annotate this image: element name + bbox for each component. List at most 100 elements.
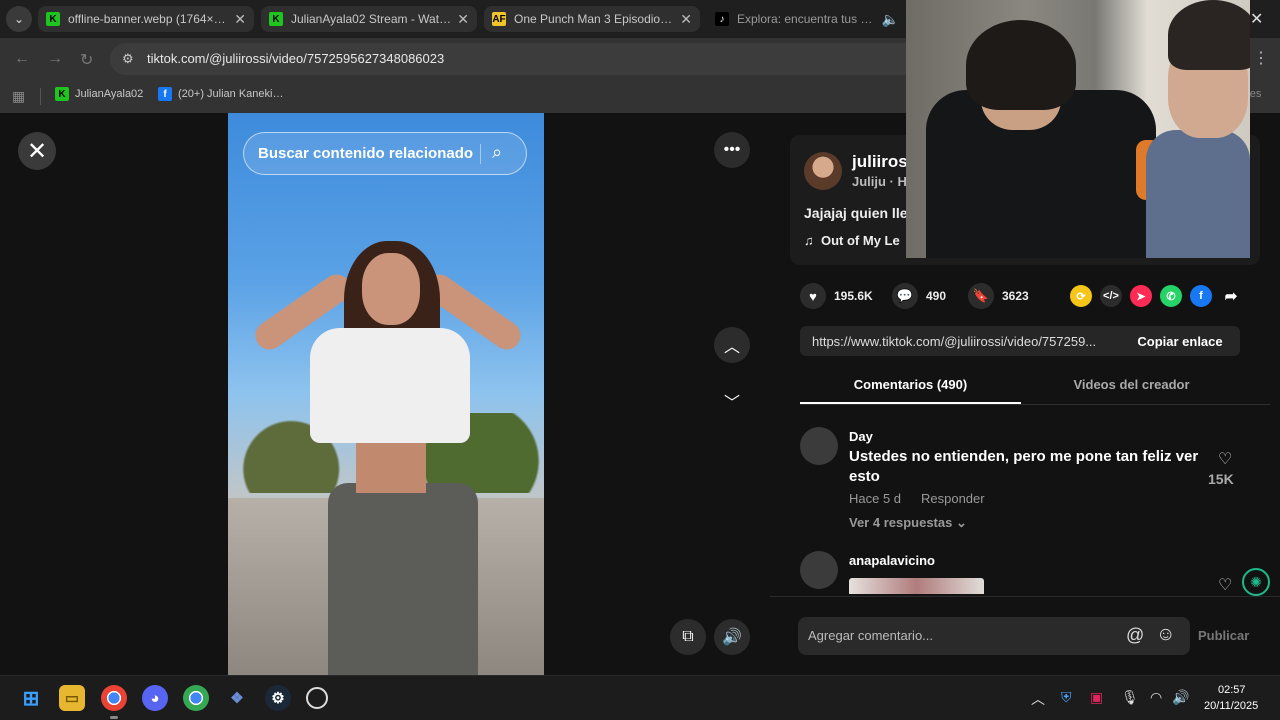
share-arrow-icon[interactable]: ➦ xyxy=(1220,285,1242,307)
browser-tab-active[interactable]: ♪ Explora: encuentra tus vide… 🔈 xyxy=(707,6,907,32)
chrome-profile-icon[interactable] xyxy=(183,685,209,711)
close-tab-icon[interactable]: ✕ xyxy=(680,11,692,28)
video-person-pants xyxy=(328,483,478,675)
save-button[interactable]: 🔖 3623 xyxy=(968,283,1029,309)
copy-link-button[interactable]: Copiar enlace xyxy=(1120,326,1240,356)
tab-title: Explora: encuentra tus vide… xyxy=(737,12,876,26)
like-count: 195.6K xyxy=(834,289,873,303)
comment-button[interactable]: 💬 490 xyxy=(892,283,946,309)
view-replies-label: Ver 4 respuestas xyxy=(849,515,953,530)
kick-icon: K xyxy=(55,87,69,101)
comment-item: anapalavicino ♡ xyxy=(800,551,1250,595)
comment-time: Hace 5 d xyxy=(849,491,902,506)
comment-avatar[interactable] xyxy=(800,551,838,589)
reload-icon[interactable]: ↻ xyxy=(80,50,93,70)
close-video-button[interactable]: ✕ xyxy=(18,132,56,170)
tab-search-button[interactable]: ⌄ xyxy=(6,6,32,32)
bookmark-label: JulianAyala02 xyxy=(75,88,144,100)
tab-comments[interactable]: Comentarios (490) xyxy=(800,377,1021,392)
security-shield-icon[interactable]: ⛨ xyxy=(1061,689,1072,706)
clock-time[interactable]: 02:57 xyxy=(1218,684,1246,696)
comment-composer: Agregar comentario... @ ☺ Publicar xyxy=(770,596,1280,675)
wifi-icon[interactable]: ◠ xyxy=(1150,689,1162,706)
chatgpt-extension-icon[interactable]: ✺ xyxy=(1242,568,1270,596)
tray-app-icon[interactable]: ▣ xyxy=(1090,689,1103,706)
copy-link-box: https://www.tiktok.com/@juliirossi/video… xyxy=(800,326,1240,356)
facebook-share-icon[interactable]: f xyxy=(1190,285,1212,307)
publish-button[interactable]: Publicar xyxy=(1198,628,1249,643)
previous-video-button[interactable]: ︿ xyxy=(714,327,750,363)
divider xyxy=(40,88,41,105)
view-replies-button[interactable]: Ver 4 respuestas ⌄ xyxy=(849,515,967,531)
apps-grid-icon[interactable]: ▦ xyxy=(12,88,25,105)
url-text[interactable]: tiktok.com/@juliirossi/video/75725956273… xyxy=(147,51,444,66)
video-person-shirt xyxy=(310,328,470,443)
obs-icon[interactable] xyxy=(306,687,328,709)
chrome-icon[interactable] xyxy=(101,685,127,719)
bookmark-label: (20+) Julian Kaneki… xyxy=(178,88,284,100)
close-tab-icon[interactable]: ✕ xyxy=(457,11,469,28)
speaker-icon[interactable]: 🔈 xyxy=(882,11,899,28)
browser-tab[interactable]: K JulianAyala02 Stream - Watch L… ✕ xyxy=(261,6,477,32)
panel-tabs: Comentarios (490) Videos del creador xyxy=(800,369,1270,405)
volume-tray-icon[interactable]: 🔊 xyxy=(1172,689,1189,706)
mention-icon[interactable]: @ xyxy=(1126,625,1144,646)
reply-button[interactable]: Responder xyxy=(921,491,985,506)
video-link-text[interactable]: https://www.tiktok.com/@juliirossi/video… xyxy=(812,334,1122,349)
comment-input[interactable]: Agregar comentario... @ ☺ xyxy=(798,617,1190,655)
emoji-icon[interactable]: ☺ xyxy=(1156,624,1175,646)
search-icon[interactable]: ⌕ xyxy=(492,142,502,163)
comment-image[interactable] xyxy=(849,578,984,594)
save-count: 3623 xyxy=(1002,289,1029,303)
file-explorer-icon[interactable]: ▭ xyxy=(59,685,85,711)
browser-tab[interactable]: K offline-banner.webp (1764×99… ✕ xyxy=(38,6,254,32)
microphone-icon[interactable]: 🎙 xyxy=(1121,689,1139,706)
clock-date[interactable]: 20/11/2025 xyxy=(1204,700,1258,712)
steam-icon[interactable]: ⚙ xyxy=(265,685,291,711)
like-button[interactable]: ♥ 195.6K xyxy=(800,283,873,309)
embed-icon[interactable]: </> xyxy=(1100,285,1122,307)
show-hidden-icons-chevron[interactable]: ︿ xyxy=(1031,689,1045,709)
discord-icon[interactable]: ◕ xyxy=(142,685,168,711)
comment-like-count: 15K xyxy=(1208,471,1234,487)
bookmark-icon: 🔖 xyxy=(968,283,994,309)
volume-button[interactable]: 🔊 xyxy=(714,619,750,655)
heart-icon: ♥ xyxy=(800,283,826,309)
comment-username[interactable]: Day xyxy=(849,429,873,444)
comment-like-icon[interactable]: ♡ xyxy=(1218,575,1232,595)
bookmark-item[interactable]: f (20+) Julian Kaneki… xyxy=(158,87,283,101)
app-icon[interactable]: ❖ xyxy=(224,685,250,711)
kick-icon: K xyxy=(269,12,283,26)
forward-arrow-icon[interactable]: → xyxy=(47,50,63,68)
next-video-button[interactable]: ﹀ xyxy=(714,383,750,419)
video-player[interactable] xyxy=(228,113,544,675)
kick-icon: K xyxy=(46,12,60,26)
music-note-icon: ♫ xyxy=(804,233,821,248)
window-close-icon[interactable]: ✕ xyxy=(1250,9,1263,29)
tiktok-icon: ♪ xyxy=(715,12,729,26)
site-info-icon[interactable]: ⚙ xyxy=(122,51,134,67)
tab-creator-videos[interactable]: Videos del creador xyxy=(1021,377,1242,392)
creator-username[interactable]: juliiros xyxy=(852,152,908,172)
browser-tab[interactable]: AF One Punch Man 3 Episodio 6 S… ✕ xyxy=(484,6,700,32)
windows-start-icon[interactable]: ⊞ xyxy=(18,685,44,711)
back-arrow-icon[interactable]: ← xyxy=(14,50,30,68)
bookmark-item[interactable]: K JulianAyala02 xyxy=(55,87,143,101)
floating-player-button[interactable]: ⧉ xyxy=(670,619,706,655)
comment-username[interactable]: anapalavicino xyxy=(849,553,935,568)
comment-avatar[interactable] xyxy=(800,427,838,465)
tab-title: offline-banner.webp (1764×99… xyxy=(68,12,229,26)
post-music[interactable]: ♫ Out of My Le xyxy=(804,233,900,248)
related-search-bar[interactable]: Buscar contenido relacionado ⌕ xyxy=(243,132,527,175)
webcam-person-hair xyxy=(1168,0,1250,70)
whatsapp-icon[interactable]: ✆ xyxy=(1160,285,1182,307)
more-options-button[interactable]: ••• xyxy=(714,132,750,168)
repost-icon[interactable]: ⟳ xyxy=(1070,285,1092,307)
send-to-friends-icon[interactable]: ➤ xyxy=(1130,285,1152,307)
browser-menu-icon[interactable]: ⋮ xyxy=(1253,48,1269,68)
comment-icon: 💬 xyxy=(892,283,918,309)
comment-count: 490 xyxy=(926,289,947,303)
comment-like-icon[interactable]: ♡ xyxy=(1218,449,1232,469)
creator-avatar[interactable] xyxy=(804,152,842,190)
close-tab-icon[interactable]: ✕ xyxy=(234,11,246,28)
